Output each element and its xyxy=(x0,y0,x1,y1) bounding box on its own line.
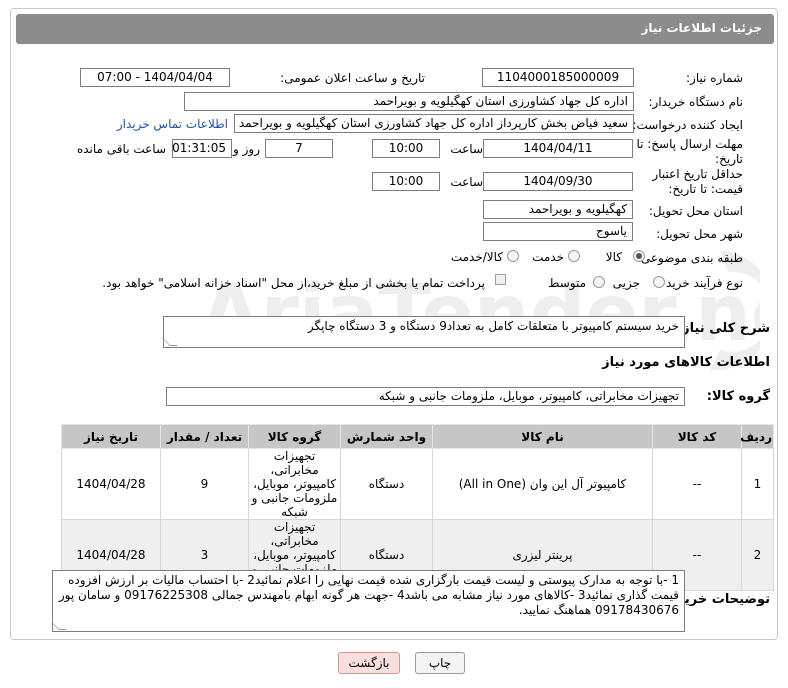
price-validity-time-field: 10:00 xyxy=(372,172,440,191)
announce-date-field: 1404/04/04 - 07:00 xyxy=(80,68,230,87)
col-code: کد کالا xyxy=(652,424,742,449)
cell-code: -- xyxy=(652,448,742,520)
col-name: نام کالا xyxy=(432,424,653,449)
reply-time-field: 10:00 xyxy=(372,139,440,158)
requester-field: سعید فیاض بخش کارپرداز اداره کل جهاد کشا… xyxy=(234,114,634,133)
buyer-notes-text: 1 -با توجه به مدارک پیوستی و لیست قیمت ب… xyxy=(58,573,679,617)
delivery-city-field: یاسوج xyxy=(483,222,633,241)
delivery-province-label: استان محل تحویل: xyxy=(648,204,743,218)
delivery-province-field: کهگیلویه و بویراحمد xyxy=(483,200,633,219)
cell-unit: دستگاه xyxy=(340,448,433,520)
process-label: نوع فرآیند خرید : xyxy=(658,276,743,290)
process-option-minor: جزیی xyxy=(612,276,640,290)
cell-group: تجهیزات مخابراتی، کامپیوتر، موبایل، ملزو… xyxy=(248,448,341,520)
col-unit: واحد شمارش xyxy=(340,424,433,449)
requester-label: ایجاد کننده درخواست: xyxy=(632,118,743,132)
items-section-title: اطلاعات کالاهای مورد نیاز xyxy=(602,355,770,370)
remaining-time-field: 01:31:05 xyxy=(172,139,232,158)
reply-time-label: ساعت xyxy=(450,142,483,156)
category-radio-service[interactable] xyxy=(568,250,580,262)
cell-row: 2 xyxy=(741,519,774,591)
table-row: 1 -- کامپیوتر آل این وان (All in One) دس… xyxy=(61,448,774,520)
cell-row: 1 xyxy=(741,448,774,520)
category-label: طبقه بندی موضوعی: xyxy=(636,251,743,265)
treasury-payment-note: پرداخت تمام یا بخشی از مبلغ خرید،از محل … xyxy=(102,276,485,290)
resize-handle-icon[interactable] xyxy=(162,338,178,346)
price-validity-date-field: 1404/09/30 xyxy=(483,172,633,191)
reply-deadline-label: مهلت ارسال پاسخ: تا تاریخ: xyxy=(636,137,743,166)
col-qty: تعداد / مقدار xyxy=(160,424,249,449)
process-radio-medium[interactable] xyxy=(593,276,605,288)
back-button[interactable]: بازگشت xyxy=(338,652,400,674)
delivery-city-label: شهر محل تحویل: xyxy=(656,227,743,241)
process-option-medium: متوسط xyxy=(548,276,586,290)
description-text: خرید سیستم کامپیوتر با متعلقات کامل به ت… xyxy=(307,319,679,333)
category-option-service: خدمت xyxy=(532,250,564,264)
buyer-org-field: اداره کل جهاد کشاورزی استان کهگیلویه و ب… xyxy=(184,92,634,111)
buyer-notes-textarea[interactable]: 1 -با توجه به مدارک پیوستی و لیست قیمت ب… xyxy=(51,570,685,632)
need-number-label: شماره نیاز: xyxy=(686,71,743,85)
need-number-field: 1104000185000009 xyxy=(482,68,634,87)
price-validity-label: حداقل تاریخ اعتبار قیمت: تا تاریخ: xyxy=(652,167,743,196)
category-option-goods-service: کالا/خدمت xyxy=(450,250,503,264)
buyer-org-label: نام دستگاه خریدار: xyxy=(648,95,744,109)
col-date: تاریخ نیاز xyxy=(61,424,161,449)
cell-qty: 9 xyxy=(160,448,249,520)
reply-date-field: 1404/04/11 xyxy=(483,139,633,158)
reply-days-label: روز و xyxy=(233,142,260,156)
category-option-goods: کالا xyxy=(605,250,622,264)
price-validity-time-label: ساعت xyxy=(450,175,483,189)
panel-header: جزئیات اطلاعات نیاز xyxy=(16,14,774,44)
remaining-time-label: ساعت باقی مانده xyxy=(76,142,166,156)
treasury-payment-checkbox[interactable] xyxy=(495,274,506,285)
goods-group-field: تجهیزات مخابراتی، کامپیوتر، موبایل، ملزو… xyxy=(166,387,685,406)
cell-name: کامپیوتر آل این وان (All in One) xyxy=(432,448,653,520)
description-label: شرح کلی نیاز: xyxy=(676,321,770,336)
col-group: گروه کالا xyxy=(248,424,341,449)
description-textarea[interactable]: خرید سیستم کامپیوتر با متعلقات کامل به ت… xyxy=(162,316,685,348)
category-radio-goods-service[interactable] xyxy=(507,250,519,262)
goods-group-label: گروه کالا: xyxy=(706,389,770,404)
cell-date: 1404/04/28 xyxy=(61,448,161,520)
reply-days-field: 7 xyxy=(265,139,333,158)
process-radio-minor[interactable] xyxy=(653,276,665,288)
items-table: ردیف کد کالا نام کالا واحد شمارش گروه کا… xyxy=(61,424,774,591)
table-header-row: ردیف کد کالا نام کالا واحد شمارش گروه کا… xyxy=(61,424,774,449)
page-title: جزئیات اطلاعات نیاز xyxy=(641,21,762,35)
category-radio-goods[interactable] xyxy=(633,250,645,262)
buyer-contact-link[interactable]: اطلاعات تماس خریدار xyxy=(117,117,228,131)
announce-date-label: تاریخ و ساعت اعلان عمومی: xyxy=(280,71,425,85)
resize-handle-icon[interactable] xyxy=(51,622,67,630)
col-row: ردیف xyxy=(740,424,774,449)
print-button[interactable]: چاپ xyxy=(415,652,465,674)
